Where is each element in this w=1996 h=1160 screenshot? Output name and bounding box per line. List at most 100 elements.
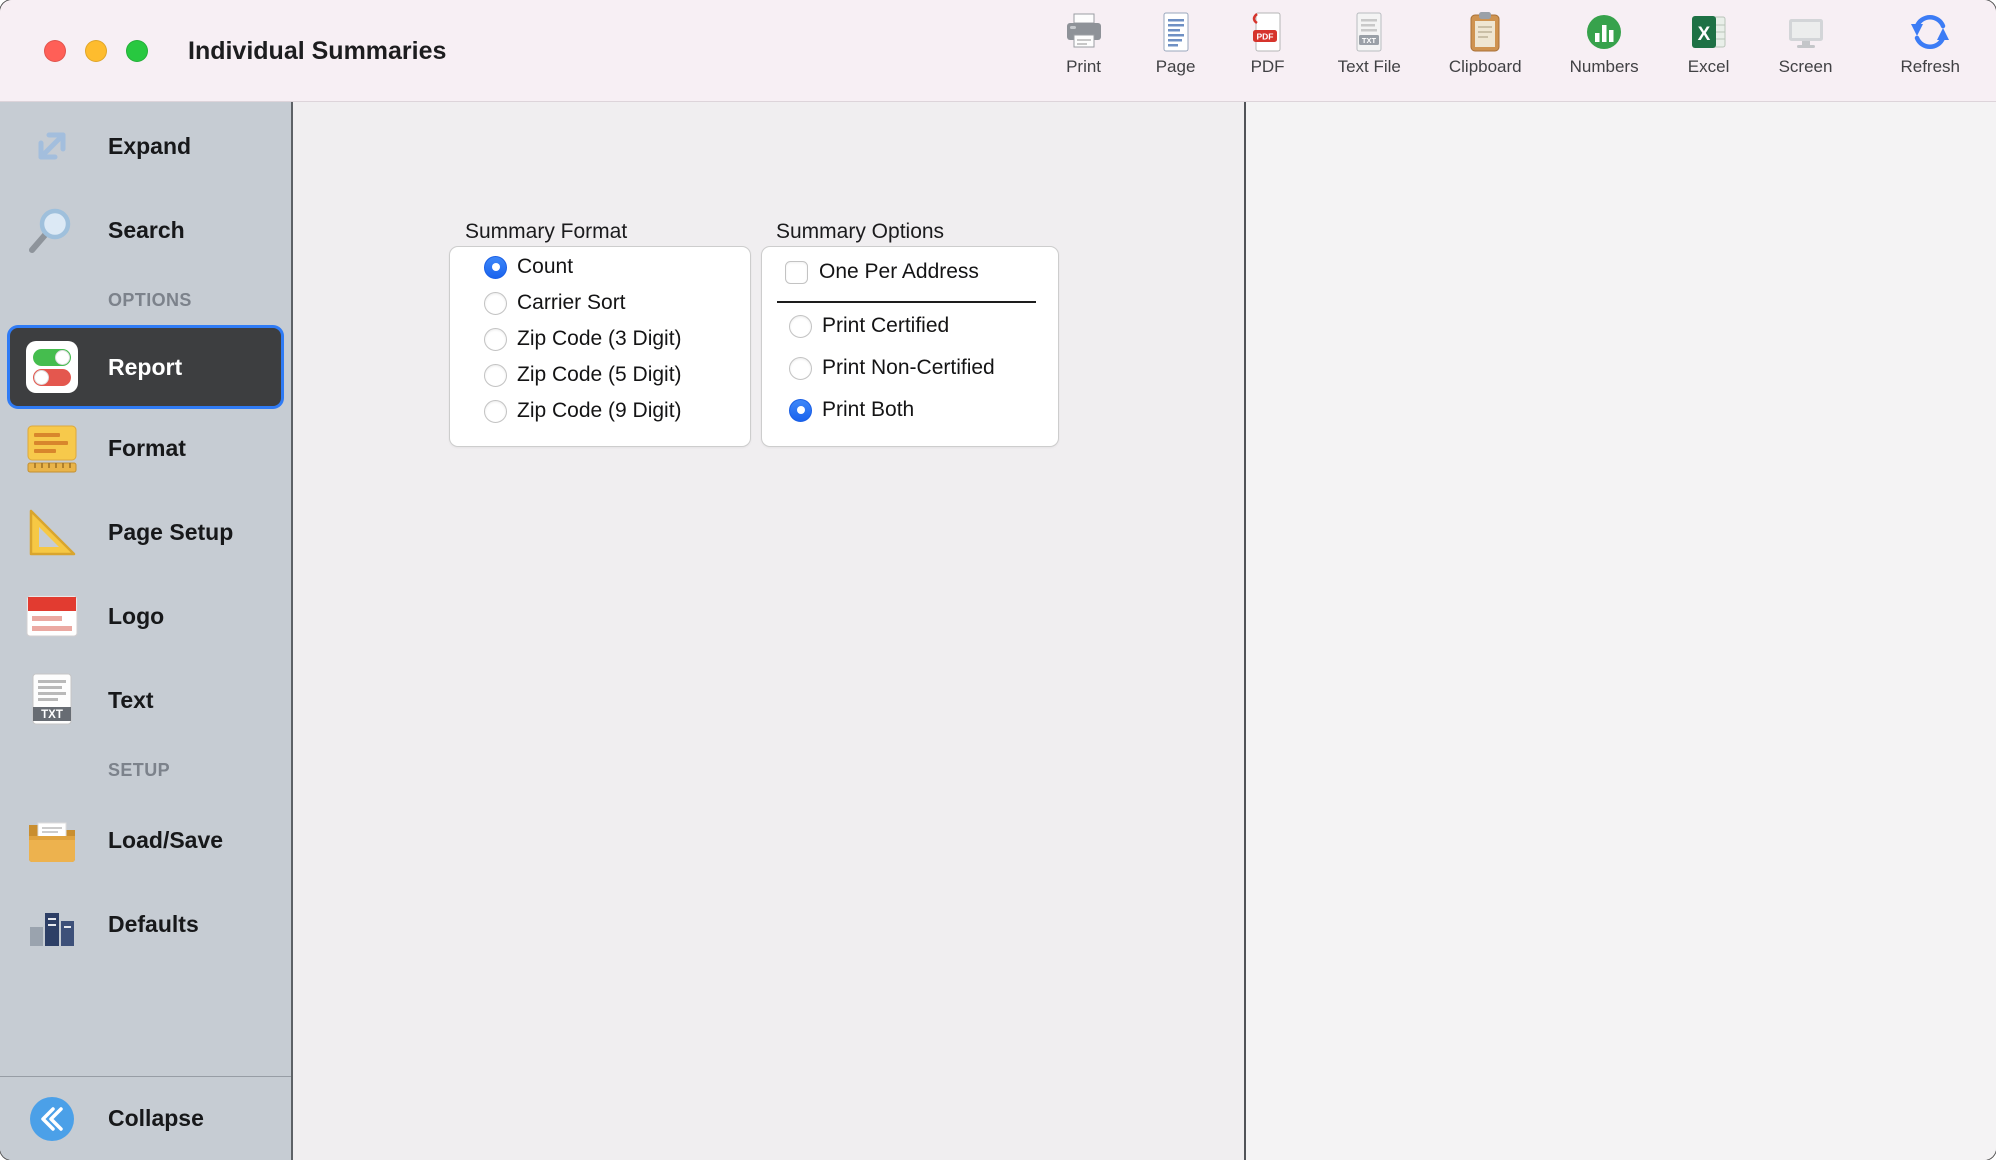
pane-divider: [1244, 102, 1246, 1160]
radio-print-certified-label: Print Certified: [822, 314, 949, 338]
traffic-lights: [44, 40, 148, 62]
report-toggles-icon: [16, 339, 88, 395]
sidebar-item-search[interactable]: Search: [0, 188, 291, 272]
toolbar-clipboard-button[interactable]: Clipboard: [1449, 8, 1522, 77]
checkbox-icon: [785, 261, 808, 284]
radio-carrier-sort-label: Carrier Sort: [517, 291, 626, 315]
pdf-badge-text: PDF: [1256, 32, 1273, 42]
app-window: Individual Summaries Print: [0, 0, 1996, 1160]
refresh-icon: [1908, 8, 1952, 56]
radio-zip-3-digit-label: Zip Code (3 Digit): [517, 327, 682, 351]
radio-button-icon: [789, 357, 812, 380]
summary-options-group: One Per Address Print Certified Print No…: [761, 246, 1059, 447]
toolbar-page-label: Page: [1156, 57, 1196, 77]
toolbar: Print Page: [1062, 8, 1960, 77]
set-square-icon: [16, 504, 88, 560]
toolbar-screen-label: Screen: [1779, 57, 1833, 77]
radio-print-both-label: Print Both: [822, 398, 914, 422]
radio-zip-9-digit[interactable]: Zip Code (9 Digit): [450, 393, 750, 429]
zoom-window-button[interactable]: [126, 40, 148, 62]
sidebar-format-label: Format: [108, 435, 186, 462]
toolbar-print-button[interactable]: Print: [1062, 8, 1106, 77]
sidebar-item-logo[interactable]: Logo: [0, 574, 291, 658]
window-title: Individual Summaries: [188, 0, 446, 102]
toolbar-text-file-button[interactable]: TXT Text File: [1338, 8, 1401, 77]
excel-icon: X: [1687, 8, 1731, 56]
clipboard-icon: [1463, 8, 1507, 56]
text-file-icon: TXT: [1347, 8, 1391, 56]
radio-button-icon: [484, 292, 507, 315]
minimize-window-button[interactable]: [85, 40, 107, 62]
pdf-icon: PDF: [1246, 8, 1290, 56]
options-divider: [777, 301, 1036, 303]
close-window-button[interactable]: [44, 40, 66, 62]
toolbar-excel-label: Excel: [1688, 57, 1730, 77]
sidebar-item-expand[interactable]: Expand: [0, 104, 291, 188]
checkbox-one-per-address[interactable]: One Per Address: [762, 258, 1058, 286]
folder-icon: [16, 812, 88, 868]
radio-zip-5-digit-label: Zip Code (5 Digit): [517, 363, 682, 387]
radio-count-label: Count: [517, 255, 573, 279]
radio-print-both[interactable]: Print Both: [762, 389, 1058, 431]
toolbar-pdf-button[interactable]: PDF PDF: [1246, 8, 1290, 77]
summary-format-group: Count Carrier Sort Zip Code (3 Digit) Zi…: [449, 246, 751, 447]
collapse-icon: [16, 1096, 88, 1142]
text-document-icon: TXT: [16, 672, 88, 728]
sidebar-item-page-setup[interactable]: Page Setup: [0, 490, 291, 574]
sidebar-options-header: OPTIONS: [0, 272, 291, 328]
radio-button-icon: [789, 315, 812, 338]
search-icon: [16, 203, 88, 257]
preview-pane: [1246, 102, 1996, 1160]
txt-badge-text: TXT: [1362, 36, 1377, 45]
sidebar-item-load-save[interactable]: Load/Save: [0, 798, 291, 882]
radio-button-icon: [789, 399, 812, 422]
radio-print-non-certified-label: Print Non-Certified: [822, 356, 995, 380]
numbers-icon: [1582, 8, 1626, 56]
sidebar-setup-header: SETUP: [0, 742, 291, 798]
toolbar-screen-button[interactable]: Screen: [1779, 8, 1833, 77]
summary-options-title: Summary Options: [776, 220, 944, 244]
toolbar-print-label: Print: [1066, 57, 1101, 77]
sidebar-logo-label: Logo: [108, 603, 164, 630]
sidebar-item-report[interactable]: Report: [10, 328, 281, 406]
sidebar: Expand Search OPTIONS: [0, 102, 293, 1160]
toolbar-numbers-button[interactable]: Numbers: [1570, 8, 1639, 77]
page-icon: [1154, 8, 1198, 56]
sidebar-item-format[interactable]: Format: [0, 406, 291, 490]
printer-icon: [1062, 8, 1106, 56]
sidebar-collapse-label: Collapse: [108, 1105, 204, 1132]
radio-button-icon: [484, 400, 507, 423]
radio-button-icon: [484, 256, 507, 279]
checkbox-one-per-address-label: One Per Address: [819, 260, 979, 284]
radio-button-icon: [484, 328, 507, 351]
sidebar-collapse-button[interactable]: Collapse: [0, 1076, 291, 1160]
toolbar-page-button[interactable]: Page: [1154, 8, 1198, 77]
radio-zip-3-digit[interactable]: Zip Code (3 Digit): [450, 321, 750, 357]
radio-count[interactable]: Count: [450, 249, 750, 285]
sidebar-expand-label: Expand: [108, 133, 191, 160]
sidebar-text-label: Text: [108, 687, 154, 714]
toolbar-refresh-button[interactable]: Refresh: [1900, 8, 1960, 77]
txt-badge-text: TXT: [41, 709, 63, 721]
sidebar-item-defaults[interactable]: Defaults: [0, 882, 291, 966]
toolbar-excel-button[interactable]: X Excel: [1687, 8, 1731, 77]
format-icon: [16, 420, 88, 476]
radio-button-icon: [484, 364, 507, 387]
radio-zip-5-digit[interactable]: Zip Code (5 Digit): [450, 357, 750, 393]
sidebar-defaults-label: Defaults: [108, 911, 199, 938]
defaults-chart-icon: [16, 896, 88, 952]
titlebar: Individual Summaries Print: [0, 0, 1996, 102]
excel-x-text: X: [1697, 24, 1710, 45]
radio-print-non-certified[interactable]: Print Non-Certified: [762, 347, 1058, 389]
toolbar-clipboard-label: Clipboard: [1449, 57, 1522, 77]
radio-carrier-sort[interactable]: Carrier Sort: [450, 285, 750, 321]
sidebar-load-save-label: Load/Save: [108, 827, 223, 854]
radio-print-certified[interactable]: Print Certified: [762, 305, 1058, 347]
sidebar-report-label: Report: [108, 354, 182, 381]
expand-icon: [16, 119, 88, 173]
screen-icon: [1784, 8, 1828, 56]
sidebar-page-setup-label: Page Setup: [108, 519, 233, 546]
sidebar-item-text[interactable]: TXT Text: [0, 658, 291, 742]
toolbar-pdf-label: PDF: [1251, 57, 1285, 77]
toolbar-refresh-label: Refresh: [1900, 57, 1960, 77]
